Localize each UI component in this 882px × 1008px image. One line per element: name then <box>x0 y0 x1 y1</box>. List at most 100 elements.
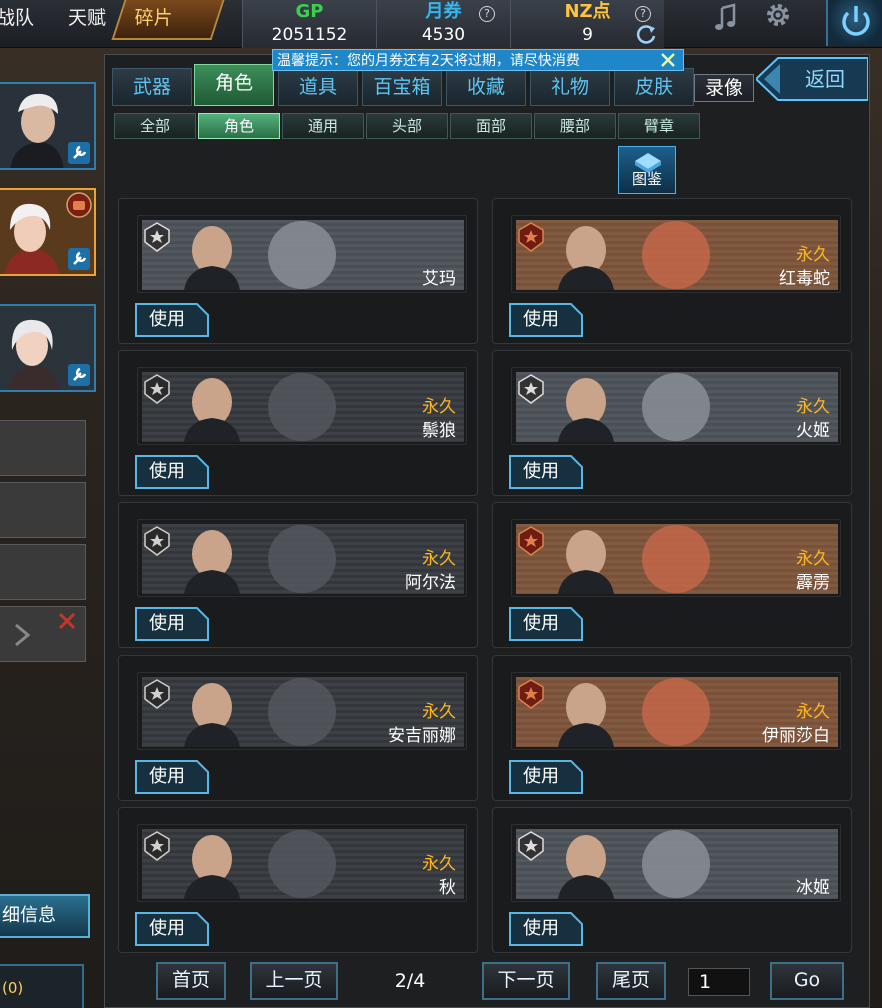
tab-gifts[interactable]: 礼物 <box>530 68 610 106</box>
gear-icon[interactable] <box>754 0 804 36</box>
use-label: 使用 <box>149 766 185 787</box>
item-card[interactable]: 永久 霹雳 使用 <box>492 502 852 648</box>
prev-page-button[interactable]: 上一页 <box>250 962 338 1000</box>
rank-badge-icon <box>518 526 544 556</box>
use-button[interactable]: 使用 <box>135 760 209 794</box>
empty-slot[interactable] <box>0 606 86 662</box>
use-button[interactable]: 使用 <box>509 760 583 794</box>
next-page-button[interactable]: 下一页 <box>482 962 570 1000</box>
help-icon[interactable]: ? <box>479 6 495 22</box>
empty-slot[interactable] <box>0 420 86 476</box>
record-button[interactable]: 录像 <box>694 74 754 102</box>
tab-weapons[interactable]: 武器 <box>112 68 192 106</box>
subtab-head[interactable]: 头部 <box>366 113 448 139</box>
first-page-button[interactable]: 首页 <box>156 962 226 1000</box>
tab-treasure-box[interactable]: 百宝箱 <box>362 68 442 106</box>
subtab-face[interactable]: 面部 <box>450 113 532 139</box>
use-button[interactable]: 使用 <box>509 455 583 489</box>
ticket-currency: 月券 4530 ? <box>376 0 510 48</box>
use-label: 使用 <box>523 613 559 634</box>
item-card[interactable]: 永久 鬃狼 使用 <box>118 350 478 496</box>
details-button[interactable]: 细信息 <box>0 894 90 938</box>
use-label: 使用 <box>523 309 559 330</box>
use-button[interactable]: 使用 <box>135 912 209 946</box>
last-page-button[interactable]: 尾页 <box>596 962 666 1000</box>
refresh-icon[interactable] <box>636 24 658 46</box>
tab-favorites[interactable]: 收藏 <box>446 68 526 106</box>
item-name: 火姬 <box>796 421 830 441</box>
character-slot-3[interactable] <box>0 304 96 392</box>
item-duration: 永久 <box>796 245 830 265</box>
wrench-icon[interactable] <box>68 142 90 164</box>
tab-characters[interactable]: 角色 <box>194 64 274 106</box>
help-icon[interactable]: ? <box>635 6 651 22</box>
go-button[interactable]: Go <box>770 962 844 1000</box>
rank-badge-icon <box>144 222 170 252</box>
item-name: 秋 <box>439 878 456 898</box>
use-label: 使用 <box>523 918 559 939</box>
item-card[interactable]: 永久 安吉丽娜 使用 <box>118 655 478 801</box>
item-banner: 冰姬 <box>511 824 841 902</box>
item-card[interactable]: 永久 红毒蛇 使用 <box>492 198 852 344</box>
use-button[interactable]: 使用 <box>135 455 209 489</box>
fist-icon <box>66 192 92 218</box>
back-button[interactable]: 返回 <box>756 56 868 102</box>
tab-fragments[interactable]: 碎片 <box>111 0 225 40</box>
character-banner <box>516 829 838 899</box>
item-name: 红毒蛇 <box>779 269 830 289</box>
rank-badge-icon <box>518 831 544 861</box>
use-button[interactable]: 使用 <box>509 607 583 641</box>
item-card[interactable]: 冰姬 使用 <box>492 807 852 953</box>
item-duration: 永久 <box>796 397 830 417</box>
item-banner: 永久 伊丽莎白 <box>511 672 841 750</box>
catalog-button[interactable]: 图鉴 <box>618 146 676 194</box>
item-duration: 永久 <box>422 549 456 569</box>
use-button[interactable]: 使用 <box>135 607 209 641</box>
use-label: 使用 <box>149 613 185 634</box>
subtab-all[interactable]: 全部 <box>114 113 196 139</box>
gp-currency: GP 2051152 <box>242 0 376 48</box>
wrench-icon[interactable] <box>68 248 90 270</box>
item-name: 霹雳 <box>796 573 830 593</box>
item-name: 艾玛 <box>422 269 456 289</box>
close-icon[interactable] <box>659 51 677 69</box>
subtab-characters[interactable]: 角色 <box>198 113 280 139</box>
sidebar: 细信息 (0) <box>0 48 100 1008</box>
use-button[interactable]: 使用 <box>135 303 209 337</box>
use-button[interactable]: 使用 <box>509 303 583 337</box>
rank-badge-icon <box>518 679 544 709</box>
close-icon[interactable] <box>57 611 77 631</box>
subtab-waist[interactable]: 腰部 <box>534 113 616 139</box>
use-label: 使用 <box>149 309 185 330</box>
empty-slot[interactable] <box>0 482 86 538</box>
item-banner: 永久 鬃狼 <box>137 367 467 445</box>
item-card[interactable]: 永久 火姬 使用 <box>492 350 852 496</box>
item-banner: 艾玛 <box>137 215 467 293</box>
character-slot-1[interactable] <box>0 82 96 170</box>
catalog-label: 图鉴 <box>631 170 662 188</box>
page-number-input[interactable] <box>688 968 750 996</box>
rank-badge-icon <box>144 374 170 404</box>
tab-items[interactable]: 道具 <box>278 68 358 106</box>
details-count: (0) <box>0 964 84 1008</box>
item-card[interactable]: 艾玛 使用 <box>118 198 478 344</box>
wrench-icon[interactable] <box>68 364 90 386</box>
expiry-notice: 温馨提示：您的月券还有2天将过期，请尽快消费 <box>272 49 684 71</box>
tab-team[interactable]: 战队 <box>0 0 34 40</box>
item-banner: 永久 秋 <box>137 824 467 902</box>
tab-skins[interactable]: 皮肤 <box>614 68 694 106</box>
music-icon[interactable] <box>702 0 752 36</box>
power-button[interactable] <box>826 0 882 46</box>
item-card[interactable]: 永久 秋 使用 <box>118 807 478 953</box>
character-slot-2[interactable] <box>0 188 96 276</box>
page-indicator: 2/4 <box>394 970 426 992</box>
use-button[interactable]: 使用 <box>509 912 583 946</box>
item-card[interactable]: 永久 伊丽莎白 使用 <box>492 655 852 801</box>
tab-talent[interactable]: 天赋 <box>68 0 106 40</box>
item-card[interactable]: 永久 阿尔法 使用 <box>118 502 478 648</box>
empty-slot[interactable] <box>0 544 86 600</box>
item-name: 阿尔法 <box>405 573 456 593</box>
subtab-general[interactable]: 通用 <box>282 113 364 139</box>
item-banner: 永久 火姬 <box>511 367 841 445</box>
subtab-armband[interactable]: 臂章 <box>618 113 700 139</box>
